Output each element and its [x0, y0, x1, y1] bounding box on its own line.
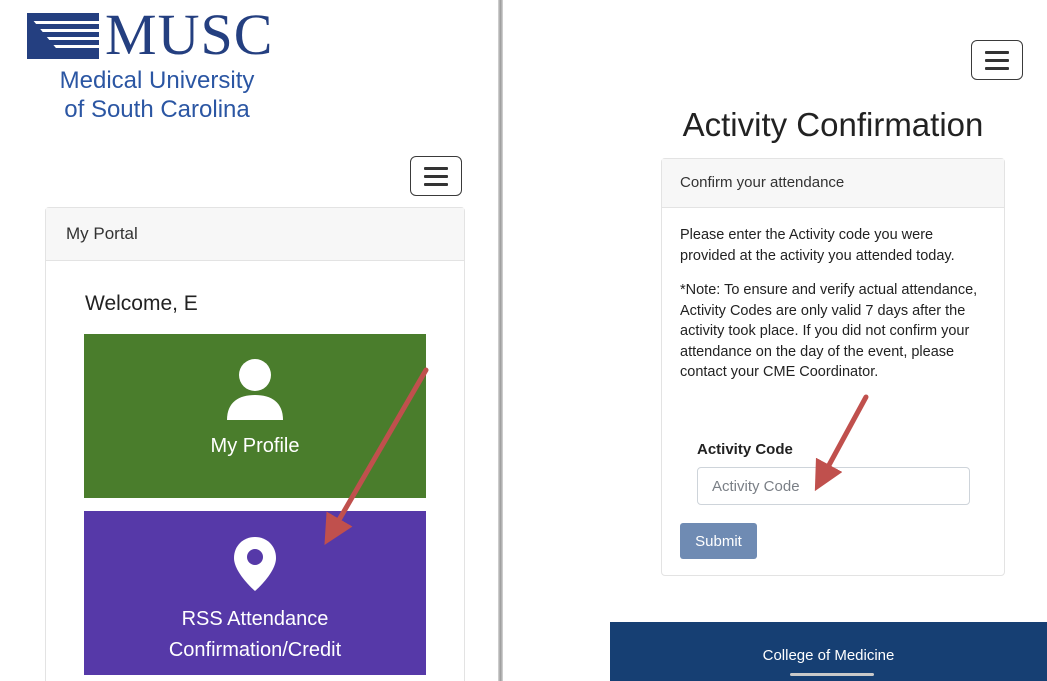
my-profile-label: My Profile: [210, 435, 300, 457]
activity-code-input[interactable]: [697, 467, 970, 505]
welcome-text: Welcome, E: [85, 292, 198, 315]
note-text: *Note: To ensure and verify actual atten…: [680, 282, 978, 380]
activity-code-label: Activity Code: [697, 441, 793, 458]
musc-subtitle: Medical University of South Carolina: [27, 66, 287, 124]
hamburger-menu-icon: [424, 166, 448, 170]
rss-attendance-label-line1: RSS Attendance: [181, 608, 329, 630]
confirm-card-header: Confirm your attendance: [662, 159, 1004, 208]
rss-attendance-tile[interactable]: RSS Attendance Confirmation/Credit: [84, 511, 426, 675]
hamburger-menu-icon: [985, 50, 1009, 54]
my-profile-tile[interactable]: My Profile: [84, 334, 426, 498]
instructions-text: Please enter the Activity code you were …: [680, 227, 955, 264]
portal-screen: MUSC Medical University of South Carolin…: [0, 0, 498, 681]
hamburger-line: [985, 66, 1009, 70]
my-portal-card: My Portal Welcome, E My Profile RSS Atte…: [45, 207, 465, 681]
confirm-attendance-card: Confirm your attendance Please enter the…: [661, 158, 1005, 576]
confirm-card-body: Please enter the Activity code you were …: [662, 208, 1004, 383]
footer: College of Medicine: [610, 622, 1047, 681]
hamburger-line: [985, 58, 1009, 62]
portal-card-header: My Portal: [46, 208, 464, 261]
map-pin-icon: [232, 535, 278, 598]
hamburger-line: [424, 174, 448, 178]
home-indicator: [790, 673, 874, 676]
hamburger-line: [424, 182, 448, 186]
hamburger-menu-button-right[interactable]: [971, 40, 1023, 80]
musc-wordmark: MUSC: [105, 2, 274, 67]
submit-button[interactable]: Submit: [680, 523, 757, 559]
musc-logo-mark-icon: [27, 13, 99, 59]
footer-text[interactable]: College of Medicine: [610, 647, 1047, 664]
page-title: Activity Confirmation: [682, 106, 984, 143]
user-icon: [225, 358, 285, 427]
hamburger-menu-button[interactable]: [410, 156, 462, 196]
musc-subtitle-line2: of South Carolina: [64, 96, 250, 123]
activity-confirmation-screen: Activity Confirmation Confirm your atten…: [503, 0, 1047, 681]
rss-attendance-label-line2: Confirmation/Credit: [168, 639, 342, 661]
musc-subtitle-line1: Medical University: [59, 67, 255, 94]
rss-attendance-label: RSS Attendance Confirmation/Credit: [169, 604, 341, 666]
